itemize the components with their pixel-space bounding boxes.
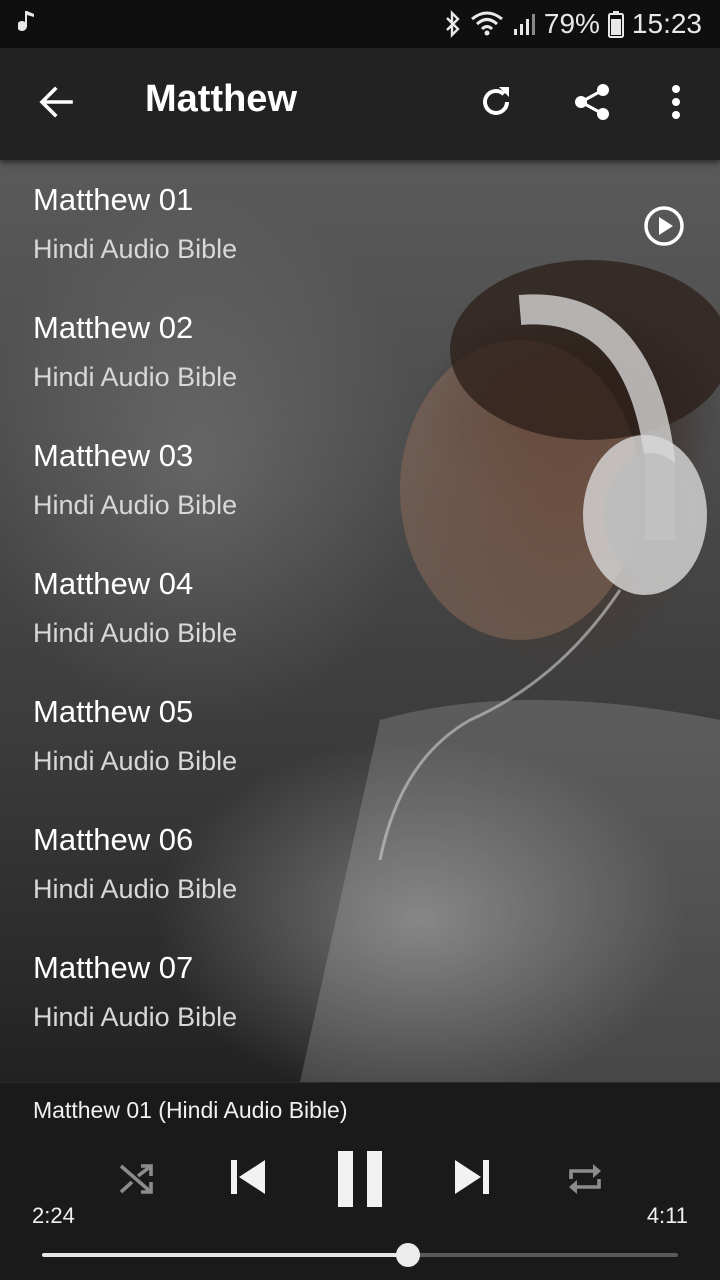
next-button[interactable] [446, 1153, 498, 1205]
status-bar: 79% 15:23 [0, 0, 720, 48]
track-subtitle: Hindi Audio Bible [33, 618, 238, 648]
skip-next-icon [451, 1156, 493, 1203]
track-item-7[interactable]: Matthew 07 Hindi Audio Bible [0, 928, 720, 1056]
battery-percent: 79% [543, 8, 600, 39]
track-subtitle: Hindi Audio Bible [33, 1002, 238, 1032]
shuffle-icon [117, 1160, 157, 1203]
back-button[interactable] [28, 76, 84, 132]
more-options-button[interactable] [648, 76, 704, 132]
track-item-6[interactable]: Matthew 06 Hindi Audio Bible [0, 800, 720, 928]
share-button[interactable] [564, 76, 620, 132]
track-subtitle: Hindi Audio Bible [33, 362, 238, 392]
track-title: Matthew 05 [33, 694, 194, 729]
track-title: Matthew 06 [33, 822, 194, 857]
signal-icon [512, 11, 536, 37]
pause-button[interactable] [330, 1149, 390, 1213]
app-bar: Matthew [0, 48, 720, 160]
bluetooth-icon [444, 10, 462, 38]
skip-previous-icon [227, 1156, 269, 1203]
wifi-icon [470, 11, 504, 37]
refresh-button[interactable] [468, 76, 524, 132]
total-time: 4:11 [646, 1203, 688, 1228]
previous-button[interactable] [222, 1153, 274, 1205]
track-item-3[interactable]: Matthew 03 Hindi Audio Bible [0, 416, 720, 544]
track-list-area[interactable]: Matthew 01 Hindi Audio Bible Matthew 02 … [0, 160, 720, 1082]
track-item-5[interactable]: Matthew 05 Hindi Audio Bible [0, 672, 720, 800]
track-item-2[interactable]: Matthew 02 Hindi Audio Bible [0, 288, 720, 416]
track-subtitle: Hindi Audio Bible [33, 874, 238, 904]
page-title: Matthew [145, 78, 297, 120]
track-title: Matthew 02 [33, 310, 194, 345]
track-title: Matthew 01 [33, 182, 194, 217]
track-subtitle: Hindi Audio Bible [33, 746, 238, 776]
track-item-4[interactable]: Matthew 04 Hindi Audio Bible [0, 544, 720, 672]
track-title: Matthew 03 [33, 438, 194, 473]
play-circle-icon[interactable] [642, 204, 686, 248]
refresh-icon [477, 83, 515, 126]
now-playing-title: Matthew 01 (Hindi Audio Bible) [33, 1097, 348, 1123]
track-subtitle: Hindi Audio Bible [33, 490, 238, 520]
back-arrow-icon [38, 84, 74, 125]
player-bar: Matthew 01 (Hindi Audio Bible) 2:24 4:11 [0, 1082, 720, 1280]
track-item-1[interactable]: Matthew 01 Hindi Audio Bible [0, 160, 720, 288]
seek-bar[interactable] [42, 1243, 678, 1267]
battery-icon [607, 10, 624, 38]
repeat-icon [565, 1159, 605, 1204]
music-note-icon [17, 9, 38, 40]
track-title: Matthew 07 [33, 950, 194, 985]
clock: 15:23 [631, 8, 702, 39]
more-vert-icon [670, 84, 682, 125]
seek-progress [42, 1253, 409, 1257]
share-icon [572, 82, 612, 127]
shuffle-button[interactable] [112, 1159, 162, 1203]
elapsed-time: 2:24 [32, 1203, 75, 1228]
track-list: Matthew 01 Hindi Audio Bible Matthew 02 … [0, 160, 720, 1056]
track-subtitle: Hindi Audio Bible [33, 234, 238, 264]
track-title: Matthew 04 [33, 566, 194, 601]
pause-icon [334, 1149, 386, 1214]
seek-thumb[interactable] [396, 1243, 421, 1267]
repeat-button[interactable] [560, 1159, 610, 1203]
